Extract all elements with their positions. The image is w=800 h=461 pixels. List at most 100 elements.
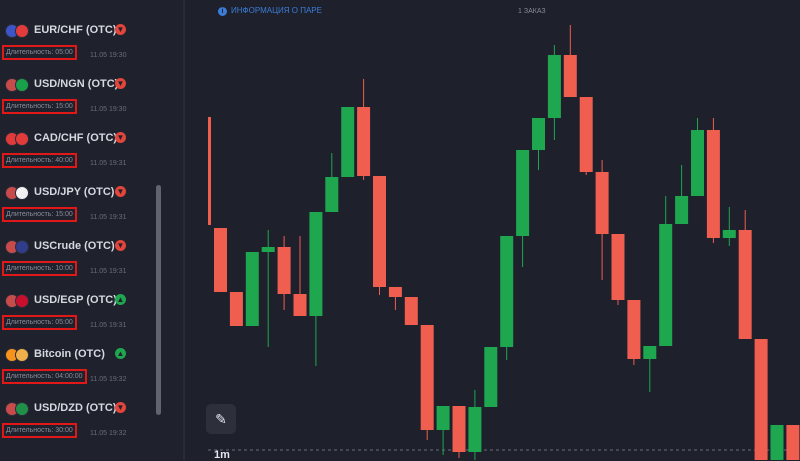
- candle-down: [229, 292, 243, 326]
- duration-label: Длительность: 40:00: [2, 153, 77, 168]
- trade-time: 11.05 19:32: [90, 376, 127, 383]
- candle-up: [675, 196, 689, 224]
- arrow-down-icon: ▼: [115, 78, 126, 89]
- candle-down: [754, 339, 768, 460]
- candle-down: [706, 130, 720, 238]
- trade-time: 11.05 19:31: [90, 268, 127, 275]
- quote-flag-icon: [15, 132, 29, 146]
- info-icon: i: [218, 7, 227, 16]
- arrow-down-icon: ▼: [115, 132, 126, 143]
- currency-flag-icon: [5, 186, 31, 200]
- asset-name: USCrude (OTC): [34, 240, 115, 252]
- candle-up: [500, 236, 514, 347]
- currency-flag-icon: [5, 78, 31, 92]
- candle-up: [245, 252, 259, 326]
- arrow-down-icon: ▼: [115, 240, 126, 251]
- asset-name: USD/EGP (OTC): [34, 294, 117, 306]
- asset-name: USD/DZD (OTC): [34, 402, 117, 414]
- candle-up: [325, 177, 339, 212]
- candle-up: [516, 150, 530, 236]
- candle-down: [595, 172, 609, 234]
- trade-time: 11.05 19:32: [90, 430, 127, 437]
- candle-up: [547, 55, 561, 118]
- candle-down: [611, 234, 625, 300]
- candle-down: [563, 55, 577, 97]
- sidebar-scrollbar[interactable]: [156, 185, 161, 415]
- candle-up: [436, 406, 450, 430]
- duration-label: Длительность: 05:00: [2, 45, 77, 60]
- candle-down: [579, 97, 593, 172]
- candle-up: [722, 230, 736, 238]
- candle-up: [341, 107, 355, 177]
- currency-flag-icon: [5, 132, 31, 146]
- duration-label: Длительность: 05:00: [2, 315, 77, 330]
- trade-item[interactable]: EUR/CHF (OTC) ▼ Длительность: 05:00 11.05 1…: [0, 17, 178, 71]
- candle-down: [277, 247, 291, 294]
- candle-down: [420, 325, 434, 430]
- quote-flag-icon: [15, 348, 29, 362]
- asset-name: USD/NGN (OTC): [34, 78, 119, 90]
- candle-down: [786, 425, 800, 460]
- drawing-tools-button[interactable]: ✎: [206, 404, 236, 434]
- trade-item[interactable]: USD/NGN (OTC) ▼ Длительность: 15:00 11.05 1…: [0, 71, 178, 125]
- pair-info-label: ИНФОРМАЦИЯ О ПАРЕ: [231, 6, 322, 15]
- trade-item[interactable]: USD/JPY (OTC) ▼ Длительность: 15:00 11.05 1…: [0, 179, 178, 233]
- candle-up: [261, 247, 275, 252]
- currency-flag-icon: [5, 402, 31, 416]
- quote-flag-icon: [15, 78, 29, 92]
- currency-flag-icon: [5, 294, 31, 308]
- trade-item[interactable]: Bitcoin (OTC) ▲ Длительность: 04:00:00 11.0…: [0, 341, 178, 395]
- asset-name: CAD/CHF (OTC): [34, 132, 118, 144]
- candle-up: [659, 224, 673, 346]
- pair-info-link[interactable]: i ИНФОРМАЦИЯ О ПАРЕ: [218, 6, 322, 16]
- currency-flag-icon: [5, 348, 31, 362]
- order-count-badge: 1 ЗАКАЗ: [518, 8, 546, 15]
- candle-up: [643, 346, 657, 359]
- trade-time: 11.05 19:31: [90, 214, 127, 221]
- quote-flag-icon: [15, 240, 29, 254]
- arrow-down-icon: ▼: [115, 402, 126, 413]
- trade-time: 11.05 19:31: [90, 322, 127, 329]
- candle-up: [468, 407, 482, 452]
- duration-label: Длительность: 15:00: [2, 99, 77, 114]
- candle-down: [388, 287, 402, 297]
- duration-label: Длительность: 10:00: [2, 261, 77, 276]
- asset-name: USD/JPY (OTC): [34, 186, 115, 198]
- chart-area[interactable]: i ИНФОРМАЦИЯ О ПАРЕ 1 ЗАКАЗ ✎ 1m: [186, 0, 800, 461]
- duration-label: Длительность: 15:00: [2, 207, 77, 222]
- candle-down: [738, 230, 752, 339]
- candle-up: [309, 212, 323, 316]
- asset-name: EUR/CHF (OTC): [34, 24, 117, 36]
- deal-marker-bar: [208, 117, 211, 225]
- pencil-icon: ✎: [215, 411, 227, 427]
- candle-down: [214, 228, 227, 292]
- currency-flag-icon: [5, 24, 31, 38]
- trade-time: 11.05 19:30: [90, 52, 127, 59]
- arrow-up-icon: ▲: [115, 348, 126, 359]
- candle-down: [293, 294, 307, 316]
- arrow-down-icon: ▼: [115, 24, 126, 35]
- asset-name: Bitcoin (OTC): [34, 348, 105, 360]
- candle-down: [627, 300, 641, 359]
- timeframe-label[interactable]: 1m: [214, 449, 230, 461]
- candle-down: [452, 406, 466, 452]
- trade-item[interactable]: USD/EGP (OTC) ▲ Длительность: 05:00 11.05 1…: [0, 287, 178, 341]
- candlestick-chart-svg[interactable]: [186, 0, 800, 460]
- trade-time: 11.05 19:31: [90, 160, 127, 167]
- candle-down: [373, 176, 386, 287]
- currency-flag-icon: [5, 240, 31, 254]
- quote-flag-icon: [15, 402, 29, 416]
- trade-item[interactable]: CAD/CHF (OTC) ▼ Длительность: 40:00 11.05 1…: [0, 125, 178, 179]
- quote-flag-icon: [15, 186, 29, 200]
- quote-flag-icon: [15, 294, 29, 308]
- candle-down: [357, 107, 371, 176]
- quote-flag-icon: [15, 24, 29, 38]
- panel-divider: [183, 0, 185, 460]
- duration-label: Длительность: 30:00: [2, 423, 77, 438]
- arrow-up-icon: ▲: [115, 294, 126, 305]
- trade-item[interactable]: USD/DZD (OTC) ▼ Длительность: 30:00 11.05 1…: [0, 395, 178, 449]
- arrow-down-icon: ▼: [115, 186, 126, 197]
- candle-up: [770, 425, 784, 460]
- trade-item[interactable]: USCrude (OTC) ▼ Длительность: 10:00 11.05 1…: [0, 233, 178, 287]
- trade-time: 11.05 19:30: [90, 106, 127, 113]
